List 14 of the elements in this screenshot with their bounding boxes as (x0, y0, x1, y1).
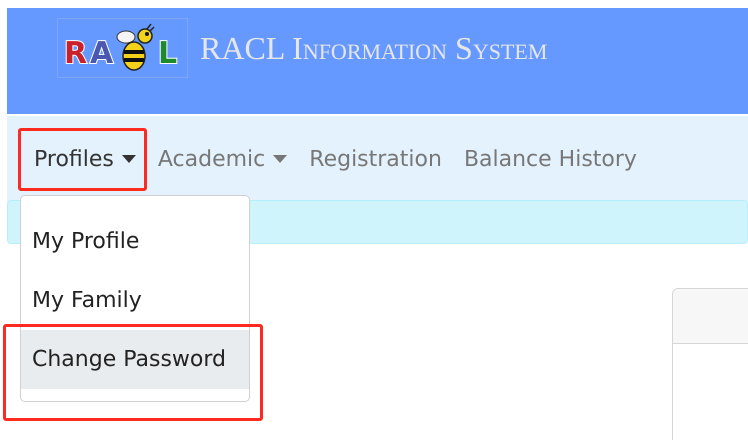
caret-icon (273, 155, 288, 163)
dropdown-item[interactable]: My Family (21, 270, 249, 330)
dropdown-item[interactable]: Change Password (21, 330, 249, 388)
logo-letter: R (64, 36, 88, 71)
bee-icon (116, 23, 155, 71)
logo-letter: L (158, 36, 178, 71)
site-title: RACL Information System (200, 32, 548, 64)
nav-link[interactable]: Balance History (452, 136, 648, 182)
dropdown-item[interactable]: My Profile (21, 212, 249, 270)
nav-dropdown[interactable]: Academic (146, 136, 298, 182)
caret-icon (122, 155, 136, 163)
nav-link[interactable]: Registration (298, 136, 453, 182)
logo-letter: A (90, 36, 114, 71)
nav-dropdown[interactable]: Profiles (23, 136, 147, 182)
